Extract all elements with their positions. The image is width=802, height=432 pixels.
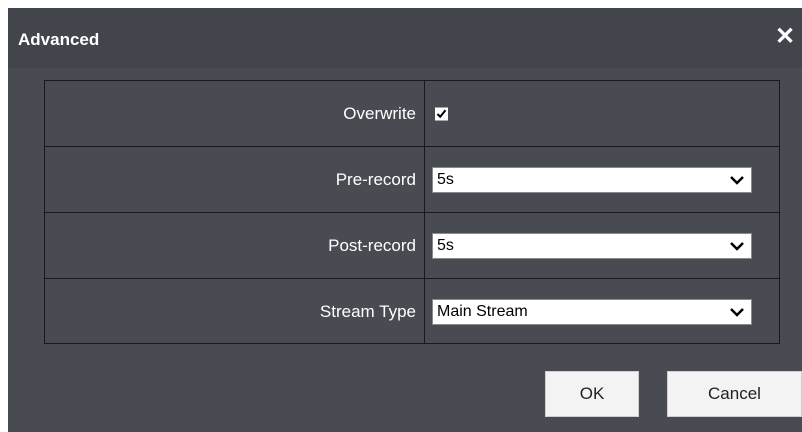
pre-record-value: 5s <box>437 170 454 188</box>
post-record-label: Post-record <box>328 235 416 255</box>
pre-record-row: Pre-record 5s <box>45 147 779 213</box>
advanced-dialog: Advanced ✕ Overwrite Pre-record 5s Post-… <box>8 8 802 432</box>
cancel-button[interactable]: Cancel <box>667 371 802 417</box>
chevron-down-icon <box>730 175 744 185</box>
value-cell: 5s <box>425 213 779 278</box>
overwrite-row: Overwrite <box>45 81 779 147</box>
value-cell <box>425 81 779 146</box>
stream-type-select[interactable]: Main Stream <box>432 298 752 325</box>
value-cell: 5s <box>425 147 779 212</box>
overwrite-label: Overwrite <box>343 103 416 123</box>
chevron-down-icon <box>730 241 744 251</box>
label-cell: Post-record <box>45 213 425 278</box>
dialog-titlebar: Advanced ✕ <box>8 8 802 68</box>
ok-button[interactable]: OK <box>545 371 639 417</box>
post-record-row: Post-record 5s <box>45 213 779 279</box>
pre-record-label: Pre-record <box>335 169 416 189</box>
post-record-value: 5s <box>437 236 454 254</box>
chevron-down-icon <box>730 307 744 317</box>
stream-type-value: Main Stream <box>437 302 528 320</box>
label-cell: Pre-record <box>45 147 425 212</box>
label-cell: Stream Type <box>45 279 425 344</box>
stream-type-label: Stream Type <box>319 301 416 321</box>
dialog-title: Advanced <box>18 30 100 49</box>
settings-table: Overwrite Pre-record 5s Post-record 5s S… <box>44 80 780 344</box>
value-cell: Main Stream <box>425 279 779 344</box>
pre-record-select[interactable]: 5s <box>432 166 752 193</box>
stream-type-row: Stream Type Main Stream <box>45 279 779 344</box>
close-icon[interactable]: ✕ <box>774 25 796 49</box>
overwrite-checkbox[interactable] <box>435 107 448 120</box>
post-record-select[interactable]: 5s <box>432 232 752 259</box>
checkmark-icon <box>436 109 447 118</box>
label-cell: Overwrite <box>45 81 425 146</box>
